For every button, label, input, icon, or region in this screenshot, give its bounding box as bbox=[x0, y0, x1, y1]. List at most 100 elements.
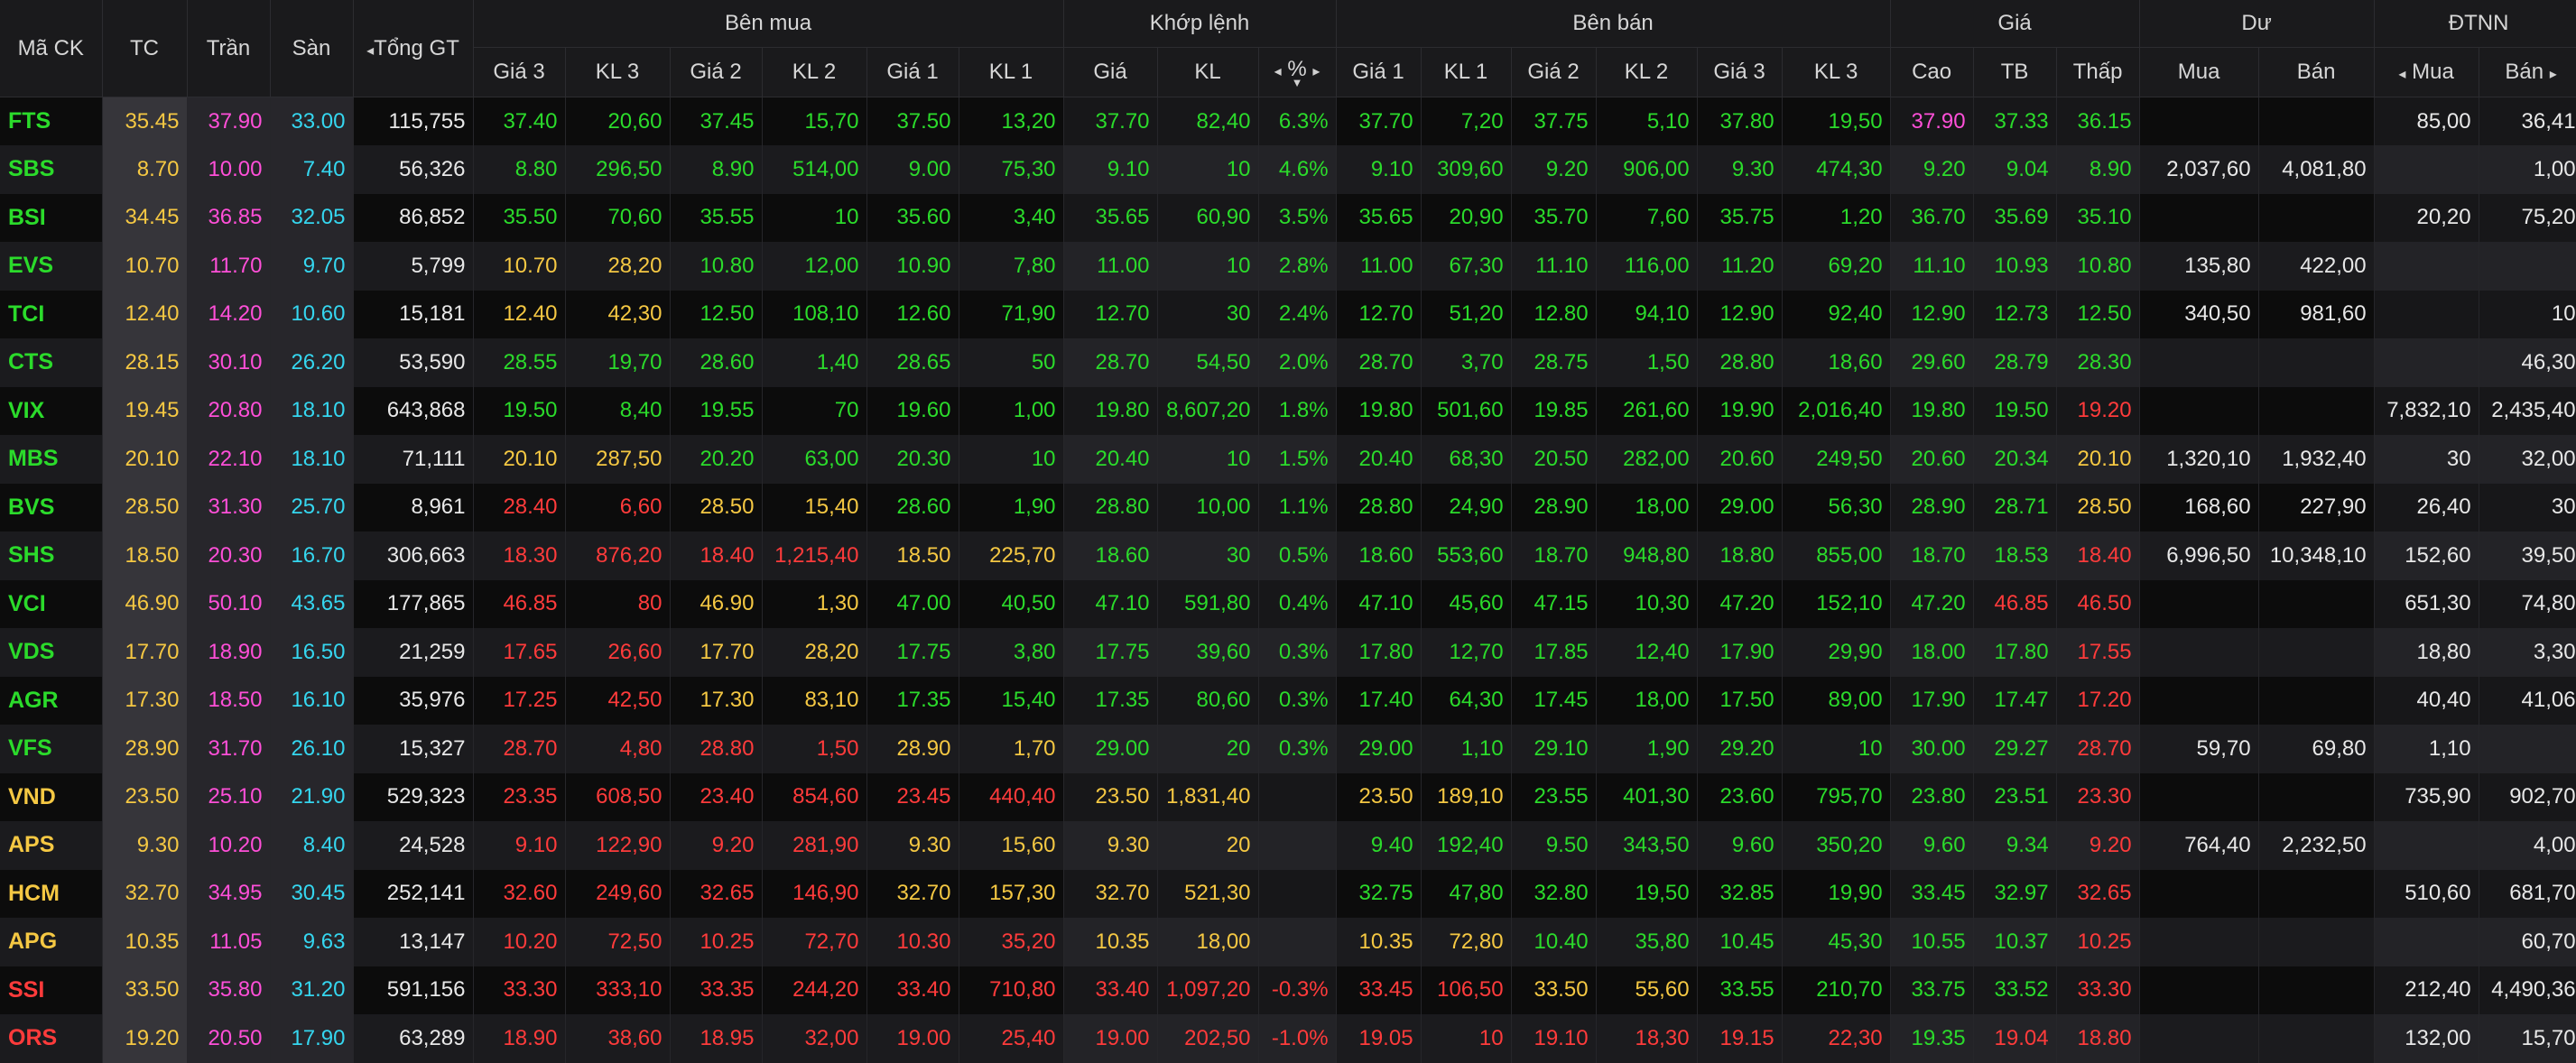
table-row[interactable]: VCI 46.90 50.10 43.65 177,865 46.85 80 46.90 1,3… bbox=[0, 579, 2576, 628]
cell-sell-gia1[interactable]: 9.40 bbox=[1336, 821, 1422, 870]
nn-right-icon[interactable]: ▸ bbox=[2550, 67, 2557, 82]
cell-buy-gia1[interactable]: 28.65 bbox=[866, 338, 959, 387]
table-row[interactable]: BSI 34.45 36.85 32.05 86,852 35.50 70,60 35.55 1… bbox=[0, 193, 2576, 242]
cell-buy-kl3[interactable]: 42,30 bbox=[565, 290, 671, 338]
cell-sell-kl3[interactable]: 92,40 bbox=[1782, 290, 1891, 338]
table-row[interactable]: CTS 28.15 30.10 26.20 53,590 28.55 19,70 28.60 1… bbox=[0, 338, 2576, 387]
cell-sym[interactable]: BSI bbox=[0, 193, 103, 242]
cell-buy-gia3[interactable]: 18.90 bbox=[473, 1014, 566, 1063]
cell-sell-gia3[interactable]: 28.80 bbox=[1697, 338, 1783, 387]
cell-sell-gia3[interactable]: 19.15 bbox=[1697, 1014, 1783, 1063]
cell-buy-kl1[interactable]: 50 bbox=[959, 338, 1064, 387]
cell-sell-kl1[interactable]: 67,30 bbox=[1421, 242, 1512, 291]
cell-buy-gia1[interactable]: 17.75 bbox=[866, 628, 959, 677]
cell-buy-gia3[interactable]: 17.65 bbox=[473, 628, 566, 677]
cell-sell-kl2[interactable]: 55,60 bbox=[1596, 966, 1698, 1014]
cell-sell-kl3[interactable]: 45,30 bbox=[1782, 918, 1891, 966]
col-nn-ban[interactable]: Bán ▸ bbox=[2479, 47, 2576, 97]
cell-sell-gia1[interactable]: 47.10 bbox=[1336, 579, 1422, 628]
cell-san[interactable]: 18.10 bbox=[270, 386, 354, 435]
cell-buy-gia2[interactable]: 12.50 bbox=[670, 290, 763, 338]
cell-sell-gia2[interactable]: 28.90 bbox=[1511, 483, 1597, 532]
col-cao[interactable]: Cao bbox=[1890, 47, 1974, 97]
cell-buy-kl1[interactable]: 157,30 bbox=[959, 869, 1064, 918]
cell-sell-gia1[interactable]: 19.05 bbox=[1336, 1014, 1422, 1063]
cell-buy-gia1[interactable]: 28.60 bbox=[866, 483, 959, 532]
cell-sell-kl2[interactable]: 1,50 bbox=[1596, 338, 1698, 387]
cell-sym[interactable]: AGR bbox=[0, 676, 103, 725]
table-row[interactable]: VFS 28.90 31.70 26.10 15,327 28.70 4,80 28.80 1,… bbox=[0, 725, 2576, 773]
cell-sell-kl1[interactable]: 7,20 bbox=[1421, 97, 1512, 145]
cell-buy-gia1[interactable]: 9.30 bbox=[866, 821, 959, 870]
cell-buy-kl2[interactable]: 32,00 bbox=[762, 1014, 867, 1063]
cell-buy-kl2[interactable]: 514,00 bbox=[762, 145, 867, 194]
cell-sell-gia2[interactable]: 20.50 bbox=[1511, 435, 1597, 484]
cell-buy-kl1[interactable]: 10 bbox=[959, 435, 1064, 484]
toggle-right-icon[interactable]: ▸ bbox=[1312, 64, 1320, 79]
cell-sell-kl3[interactable]: 10 bbox=[1782, 725, 1891, 773]
cell-sell-kl2[interactable]: 401,30 bbox=[1596, 772, 1698, 821]
cell-buy-kl1[interactable]: 1,00 bbox=[959, 386, 1064, 435]
cell-buy-kl1[interactable]: 13,20 bbox=[959, 97, 1064, 145]
table-row[interactable]: SBS 8.70 10.00 7.40 56,326 8.80 296,50 8.90 514,… bbox=[0, 145, 2576, 194]
cell-sell-gia1[interactable]: 17.80 bbox=[1336, 628, 1422, 677]
cell-sell-kl2[interactable]: 116,00 bbox=[1596, 242, 1698, 291]
cell-buy-kl3[interactable]: 20,60 bbox=[565, 97, 671, 145]
cell-sell-gia2[interactable]: 9.50 bbox=[1511, 821, 1597, 870]
col-thap[interactable]: Thấp bbox=[2056, 47, 2140, 97]
cell-sell-gia3[interactable]: 9.30 bbox=[1697, 145, 1783, 194]
cell-sym[interactable]: SBS bbox=[0, 145, 103, 194]
cell-sell-gia2[interactable]: 37.75 bbox=[1511, 97, 1597, 145]
cell-buy-gia3[interactable]: 10.20 bbox=[473, 918, 566, 966]
cell-sell-gia1[interactable]: 28.80 bbox=[1336, 483, 1422, 532]
col-ma-ck[interactable]: Mã CK bbox=[0, 0, 103, 97]
cell-buy-kl1[interactable]: 40,50 bbox=[959, 579, 1064, 628]
cell-sell-kl3[interactable]: 19,90 bbox=[1782, 869, 1891, 918]
cell-buy-gia1[interactable]: 33.40 bbox=[866, 966, 959, 1014]
cell-sell-gia1[interactable]: 35.65 bbox=[1336, 193, 1422, 242]
col-buy-kl2[interactable]: KL 2 bbox=[762, 47, 867, 97]
cell-buy-gia3[interactable]: 35.50 bbox=[473, 193, 566, 242]
cell-buy-gia2[interactable]: 20.20 bbox=[670, 435, 763, 484]
cell-sym[interactable]: BVS bbox=[0, 483, 103, 532]
cell-sell-kl2[interactable]: 948,80 bbox=[1596, 532, 1698, 580]
cell-sell-kl2[interactable]: 19,50 bbox=[1596, 869, 1698, 918]
cell-buy-kl1[interactable]: 25,40 bbox=[959, 1014, 1064, 1063]
cell-buy-gia3[interactable]: 46.85 bbox=[473, 579, 566, 628]
table-row[interactable]: VIX 19.45 20.80 18.10 643,868 19.50 8,40 19.55 7… bbox=[0, 386, 2576, 435]
cell-sym[interactable]: VIX bbox=[0, 386, 103, 435]
cell-sell-kl1[interactable]: 10 bbox=[1421, 1014, 1512, 1063]
cell-buy-kl1[interactable]: 35,20 bbox=[959, 918, 1064, 966]
cell-buy-kl2[interactable]: 72,70 bbox=[762, 918, 867, 966]
cell-sym[interactable]: SSI bbox=[0, 966, 103, 1014]
cell-sell-gia1[interactable]: 19.80 bbox=[1336, 386, 1422, 435]
cell-sell-gia2[interactable]: 12.80 bbox=[1511, 290, 1597, 338]
cell-san[interactable]: 8.40 bbox=[270, 821, 354, 870]
sort-desc-icon[interactable]: ▼ bbox=[1259, 77, 1336, 88]
cell-buy-gia2[interactable]: 32.65 bbox=[670, 869, 763, 918]
cell-buy-kl3[interactable]: 287,50 bbox=[565, 435, 671, 484]
cell-sym[interactable]: VDS bbox=[0, 628, 103, 677]
cell-sell-gia2[interactable]: 10.40 bbox=[1511, 918, 1597, 966]
col-match-price[interactable]: Giá bbox=[1063, 47, 1158, 97]
cell-sym[interactable]: ORS bbox=[0, 1014, 103, 1063]
cell-buy-gia1[interactable]: 35.60 bbox=[866, 193, 959, 242]
cell-sell-gia3[interactable]: 17.50 bbox=[1697, 676, 1783, 725]
cell-buy-gia3[interactable]: 18.30 bbox=[473, 532, 566, 580]
cell-sym[interactable]: MBS bbox=[0, 435, 103, 484]
scroll-left-icon[interactable]: ◂ bbox=[366, 43, 374, 59]
cell-sell-kl2[interactable]: 5,10 bbox=[1596, 97, 1698, 145]
cell-buy-kl3[interactable]: 28,20 bbox=[565, 242, 671, 291]
col-buy-gia2[interactable]: Giá 2 bbox=[670, 47, 763, 97]
cell-buy-gia2[interactable]: 37.45 bbox=[670, 97, 763, 145]
cell-sell-kl2[interactable]: 906,00 bbox=[1596, 145, 1698, 194]
cell-sell-kl3[interactable]: 2,016,40 bbox=[1782, 386, 1891, 435]
cell-sell-kl2[interactable]: 282,00 bbox=[1596, 435, 1698, 484]
col-sell-kl1[interactable]: KL 1 bbox=[1421, 47, 1512, 97]
cell-sell-gia2[interactable]: 19.10 bbox=[1511, 1014, 1597, 1063]
cell-buy-gia3[interactable]: 19.50 bbox=[473, 386, 566, 435]
col-sell-kl2[interactable]: KL 2 bbox=[1596, 47, 1698, 97]
cell-sell-kl3[interactable]: 855,00 bbox=[1782, 532, 1891, 580]
cell-buy-gia1[interactable]: 12.60 bbox=[866, 290, 959, 338]
cell-buy-gia2[interactable]: 23.40 bbox=[670, 772, 763, 821]
